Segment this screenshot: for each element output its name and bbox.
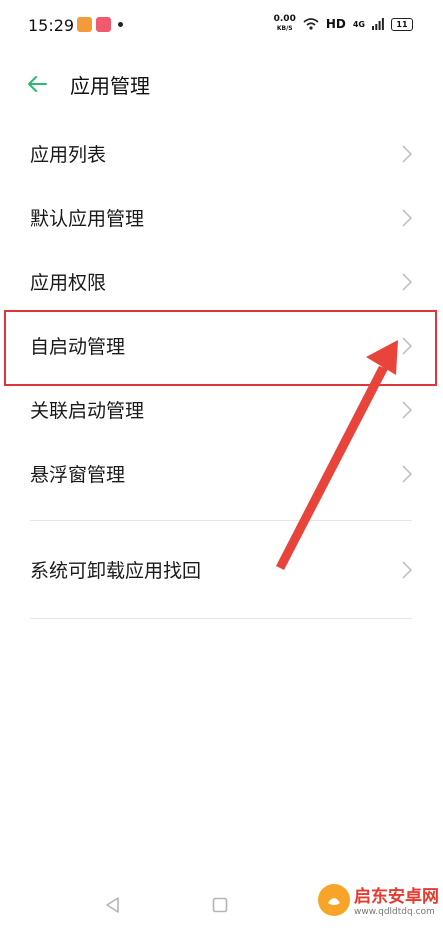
nav-home-icon[interactable] — [212, 897, 228, 913]
system-nav-bar: 启东安卓网 www.qdldtdq.com — [0, 871, 443, 931]
status-indicators: 0.00 KB/S HD 4G 11 — [274, 15, 413, 33]
app-header: 应用管理 — [0, 58, 443, 108]
watermark-url: www.qdldtdq.com — [354, 907, 435, 917]
battery-icon: 11 — [391, 17, 413, 31]
menu-item-floating-window[interactable]: 悬浮窗管理 — [0, 442, 443, 506]
menu-item-app-list[interactable]: 应用列表 — [0, 122, 443, 186]
network-speed: 0.00 KB/S — [273, 14, 296, 33]
menu-item-label: 应用列表 — [30, 144, 107, 166]
network-type: 4G — [352, 19, 365, 29]
highlight-box — [4, 310, 437, 386]
chevron-right-icon — [402, 145, 413, 163]
chevron-right-icon — [402, 209, 413, 227]
menu-item-label: 悬浮窗管理 — [30, 464, 126, 486]
menu-item-label: 关联启动管理 — [30, 400, 145, 422]
app-notification-icon — [96, 17, 111, 32]
chevron-right-icon — [402, 465, 413, 483]
section-divider — [30, 520, 412, 521]
app-notification-icon — [77, 17, 92, 32]
more-notifications-icon — [118, 22, 123, 27]
chevron-right-icon — [402, 401, 413, 419]
chevron-right-icon — [402, 273, 413, 291]
page-title: 应用管理 — [70, 74, 150, 98]
wifi-icon — [303, 18, 319, 30]
menu-item-associated-start[interactable]: 关联启动管理 — [0, 378, 443, 442]
menu-item-label: 系统可卸载应用找回 — [30, 560, 202, 582]
nav-back-icon[interactable] — [104, 896, 122, 914]
status-time: 15:29 — [28, 16, 75, 35]
signal-icon — [372, 18, 384, 30]
chevron-right-icon — [402, 561, 413, 579]
menu-item-default-apps[interactable]: 默认应用管理 — [0, 186, 443, 250]
watermark-title: 启东安卓网 — [354, 887, 439, 907]
status-bar: 15:29 0.00 KB/S HD 4G 11 — [0, 0, 443, 50]
watermark: 启东安卓网 www.qdldtdq.com — [318, 882, 439, 917]
menu-item-label: 默认应用管理 — [30, 208, 145, 230]
notification-icons — [77, 17, 123, 32]
hd-indicator: HD — [325, 17, 346, 31]
watermark-logo-icon — [318, 883, 350, 916]
section-divider — [30, 618, 412, 619]
menu-item-label: 应用权限 — [30, 272, 107, 294]
back-arrow-icon[interactable] — [24, 70, 52, 98]
menu-item-recover-system-apps[interactable]: 系统可卸载应用找回 — [0, 538, 443, 602]
menu-item-app-permissions[interactable]: 应用权限 — [0, 250, 443, 314]
